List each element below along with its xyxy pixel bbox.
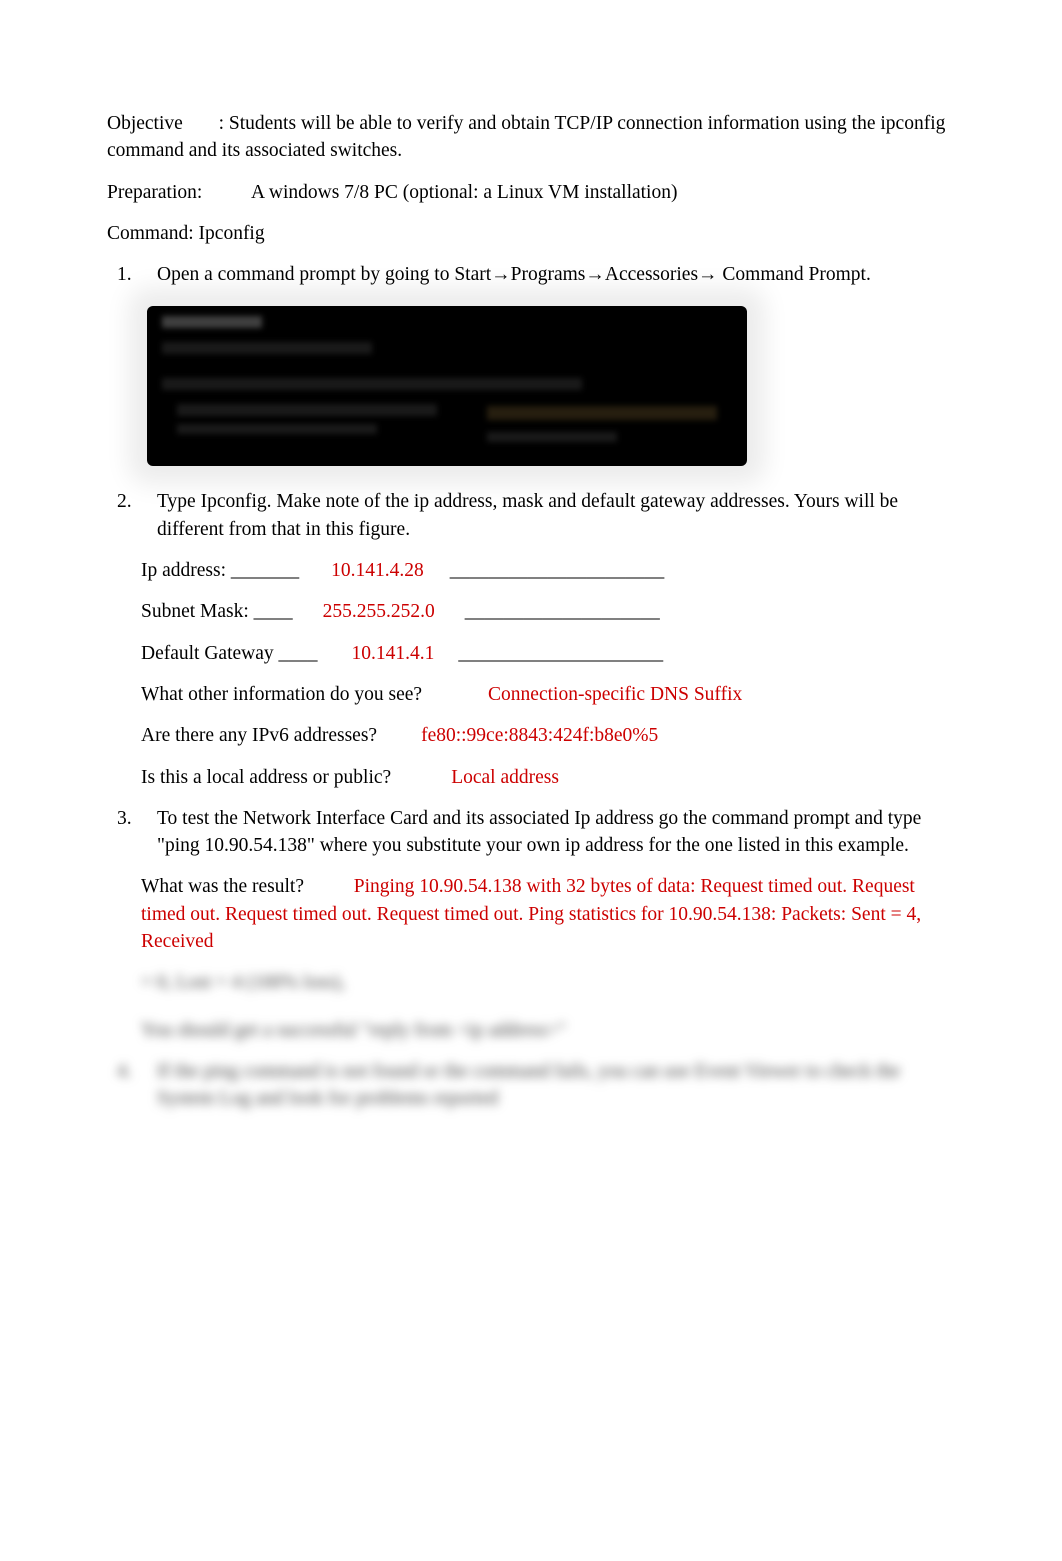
objective-row: Objective : Students will be able to ver… — [107, 110, 955, 165]
step-1: 1. Open a command prompt by going to Sta… — [107, 261, 955, 288]
default-gateway-value: 10.141.4.1 — [352, 640, 435, 667]
step-4: 4. If the ping command is not found or t… — [107, 1058, 955, 1113]
ping-result-answer-part2: = 0, Lost = 4 (100% loss), — [141, 969, 955, 996]
step-body: If the ping command is not found or the … — [157, 1058, 955, 1113]
step-number: 3. — [107, 805, 157, 860]
reply-note: You should get a successful "reply from … — [141, 1017, 955, 1044]
command-row: Command: Ipconfig — [107, 220, 955, 247]
step-number: 1. — [107, 261, 157, 288]
subnet-mask-value: 255.255.252.0 — [323, 598, 435, 625]
preparation-text: A windows 7/8 PC (optional: a Linux VM i… — [251, 182, 677, 203]
step-body: To test the Network Interface Card and i… — [157, 805, 955, 860]
step-2-answers: Ip address: _______ 10.141.4.28 ________… — [141, 557, 955, 791]
step-2: 2. Type Ipconfig. Make note of the ip ad… — [107, 488, 955, 543]
ping-result-row: What was the result? Pinging 10.90.54.13… — [141, 873, 955, 955]
default-gateway-row: Default Gateway ____ 10.141.4.1 ________… — [141, 640, 955, 667]
ipv6-question: Are there any IPv6 addresses? — [141, 722, 377, 749]
step-number: 2. — [107, 488, 157, 543]
local-public-row: Is this a local address or public? Local… — [141, 764, 955, 791]
cmd-screenshot-image — [147, 306, 747, 466]
default-gateway-blank: _____________________ — [458, 640, 663, 667]
preparation-label: Preparation: — [107, 182, 202, 203]
subnet-mask-label: Subnet Mask: ____ — [141, 598, 293, 625]
ip-address-blank: ______________________ — [450, 557, 665, 584]
ip-address-label: Ip address: _______ — [141, 557, 299, 584]
cmd-screenshot — [147, 306, 747, 466]
step-body: Type Ipconfig. Make note of the ip addre… — [157, 488, 955, 543]
step-number: 4. — [107, 1058, 157, 1113]
ipv6-row: Are there any IPv6 addresses? fe80::99ce… — [141, 722, 955, 749]
other-info-row: What other information do you see? Conne… — [141, 681, 955, 708]
preparation-row: Preparation: A windows 7/8 PC (optional:… — [107, 179, 955, 206]
ip-address-value: 10.141.4.28 — [331, 557, 424, 584]
ipv6-answer: fe80::99ce:8843:424f:b8e0%5 — [421, 722, 658, 749]
ping-result-question: What was the result? — [141, 876, 304, 897]
subnet-mask-row: Subnet Mask: ____ 255.255.252.0 ________… — [141, 598, 955, 625]
command-label: Command: Ipconfig — [107, 223, 265, 244]
step-body: Open a command prompt by going to Start→… — [157, 261, 955, 288]
step-3-answers: What was the result? Pinging 10.90.54.13… — [141, 873, 955, 955]
subnet-mask-blank: ____________________ — [465, 598, 660, 625]
ip-address-row: Ip address: _______ 10.141.4.28 ________… — [141, 557, 955, 584]
objective-label: Objective — [107, 113, 183, 134]
step-3: 3. To test the Network Interface Card an… — [107, 805, 955, 860]
objective-text: : Students will be able to verify and ob… — [107, 113, 945, 161]
other-info-answer: Connection-specific DNS Suffix — [488, 681, 742, 708]
local-public-question: Is this a local address or public? — [141, 764, 391, 791]
default-gateway-label: Default Gateway ____ — [141, 640, 318, 667]
local-public-answer: Local address — [451, 764, 559, 791]
blurred-content: = 0, Lost = 4 (100% loss), You should ge… — [107, 969, 955, 1112]
other-info-question: What other information do you see? — [141, 681, 422, 708]
